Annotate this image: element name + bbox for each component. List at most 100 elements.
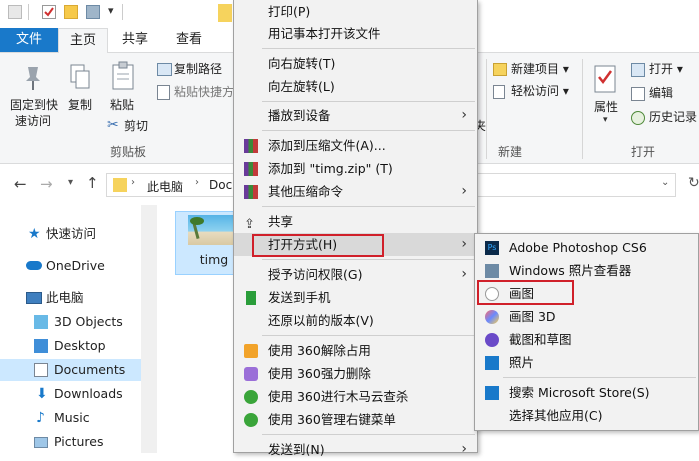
menu-print[interactable]: 打印(P) [234,0,477,23]
scissors-icon: ✂ [107,117,119,133]
breadcrumb-chevron-icon[interactable]: › [131,177,135,188]
address-dropdown-icon[interactable]: ⌄ [661,177,669,188]
nav-label: Documents [54,362,126,377]
store-icon [485,386,499,400]
photos-icon [485,356,499,370]
shield-360-icon [244,390,258,404]
menu-open-with-notepad[interactable]: 用记事本打开该文件 [234,22,477,45]
submenu-paint-3d[interactable]: 画图 3D [475,305,698,328]
breadcrumb-documents[interactable]: Doc [209,178,232,192]
photoshop-icon: Ps [485,241,499,255]
breadcrumb-chevron-icon[interactable]: › [195,177,199,188]
menu-other-compress[interactable]: 其他压缩命令 › [234,180,477,203]
nav-onedrive[interactable]: OneDrive [0,255,150,277]
menu-give-access[interactable]: 授予访问权限(G) › [234,263,477,286]
menu-label: 发送到(N) [268,442,325,457]
cube-icon [34,315,48,329]
menu-360-force-delete[interactable]: 使用 360强力删除 [234,362,477,385]
nav-label: 快速访问 [46,226,97,241]
nav-label: Downloads [54,386,123,401]
menu-label: 向右旋转(T) [268,56,336,71]
ribbon-divider [486,59,487,159]
nav-pictures[interactable]: Pictures [0,431,150,453]
edit-icon [631,87,645,101]
paste-shortcut-button[interactable]: 粘贴快捷方 [174,84,234,100]
menu-add-to-timg-zip[interactable]: 添加到 "timg.zip" (T) [234,157,477,180]
menu-share[interactable]: ⇪ 共享 [234,210,477,233]
submenu-windows-photo-viewer[interactable]: Windows 照片查看器 [475,259,698,282]
forward-arrow-icon[interactable]: → [40,175,53,193]
nav-documents[interactable]: Documents [0,359,150,381]
menu-rotate-left[interactable]: 向左旋转(L) [234,75,477,98]
menu-send-to-phone[interactable]: 发送到手机 [234,286,477,309]
open-button[interactable]: 打开 ▾ [649,61,683,77]
pin-icon [22,65,44,94]
tab-share[interactable]: 共享 [113,28,157,52]
refresh-icon[interactable]: ↻ [688,175,699,191]
recent-locations-icon[interactable]: ▾ [68,177,73,188]
nav-3d-objects[interactable]: 3D Objects [0,311,150,333]
paste-button[interactable]: 粘贴 [110,97,134,113]
submenu-choose-another-app[interactable]: 选择其他应用(C) [475,404,698,427]
menu-label: 使用 360解除占用 [268,343,371,358]
cut-button[interactable]: 剪切 [124,118,148,134]
menu-label: 使用 360进行木马云查杀 [268,389,409,404]
group-label-open: 打开 [631,145,656,159]
tab-home[interactable]: 主页 [58,28,108,53]
cloud-icon [26,261,42,270]
submenu-arrow-icon: › [461,107,467,123]
menu-label: 还原以前的版本(V) [268,313,374,328]
menu-restore-previous[interactable]: 还原以前的版本(V) [234,309,477,332]
pin-quick-access-button[interactable]: 固定到快 速访问 [10,97,58,129]
shield-360-icon [244,413,258,427]
tab-view[interactable]: 查看 [167,28,211,52]
nav-quick-access[interactable]: ★ 快速访问 [0,223,150,245]
checkmark-quick-icon[interactable] [42,5,56,19]
submenu-photoshop[interactable]: Ps Adobe Photoshop CS6 [475,236,698,259]
copy-path-icon [157,63,172,76]
copy-path-button[interactable]: 复制路径 [174,61,222,77]
properties-button[interactable]: 属性 [594,99,618,115]
menu-cast-to-device[interactable]: 播放到设备 › [234,104,477,127]
tab-file[interactable]: 文件 [0,28,58,52]
edit-button[interactable]: 编辑 [649,85,673,101]
back-arrow-icon[interactable]: ← [14,175,27,193]
copy-icon [69,63,91,94]
easy-access-button[interactable]: 轻松访问 ▾ [511,83,569,99]
winrar-icon [244,139,258,153]
nav-music[interactable]: ♪ Music [0,407,150,429]
submenu-search-store[interactable]: 搜索 Microsoft Store(S) [475,381,698,404]
new-item-label: 新建项目 [511,62,560,76]
menu-360-manage[interactable]: 使用 360管理右键菜单 [234,408,477,431]
snip-sketch-icon [485,333,499,347]
chevron-down-icon[interactable]: ▾ [603,115,608,125]
properties-quick-icon[interactable] [8,5,22,19]
desktop-icon [34,339,48,353]
menu-label: 共享 [268,214,294,229]
menu-label: 画图 3D [509,309,556,324]
copy-button[interactable]: 复制 [68,97,92,113]
history-button[interactable]: 历史记录 [649,109,697,125]
nav-downloads[interactable]: ⬇ Downloads [0,383,150,405]
up-arrow-icon[interactable]: ↑ [86,174,99,192]
nav-desktop[interactable]: Desktop [0,335,150,357]
group-label-new: 新建 [498,145,523,159]
customize-toolbar-icon[interactable]: ▾ [108,4,114,17]
submenu-arrow-icon: › [461,441,467,457]
menu-rotate-right[interactable]: 向右旋转(T) [234,52,477,75]
menu-add-to-archive[interactable]: 添加到压缩文件(A)... [234,134,477,157]
breadcrumb-this-pc[interactable]: 此电脑 [147,178,183,195]
new-folder-quick-icon[interactable] [64,5,78,19]
new-item-button[interactable]: 新建项目 ▾ [511,61,569,77]
menu-360-trojan-scan[interactable]: 使用 360进行木马云查杀 [234,385,477,408]
recycle-bin-quick-icon[interactable] [86,5,100,19]
nav-scrollbar[interactable] [141,205,157,453]
documents-icon [34,363,48,377]
submenu-photos[interactable]: 照片 [475,351,698,374]
menu-send-to[interactable]: 发送到(N) › [234,438,477,461]
easy-access-label: 轻松访问 [511,84,560,98]
submenu-snip-sketch[interactable]: 截图和草图 [475,328,698,351]
menu-360-unlock[interactable]: 使用 360解除占用 [234,339,477,362]
nav-this-pc[interactable]: 此电脑 [0,287,150,309]
folder-title-icon [218,4,232,22]
